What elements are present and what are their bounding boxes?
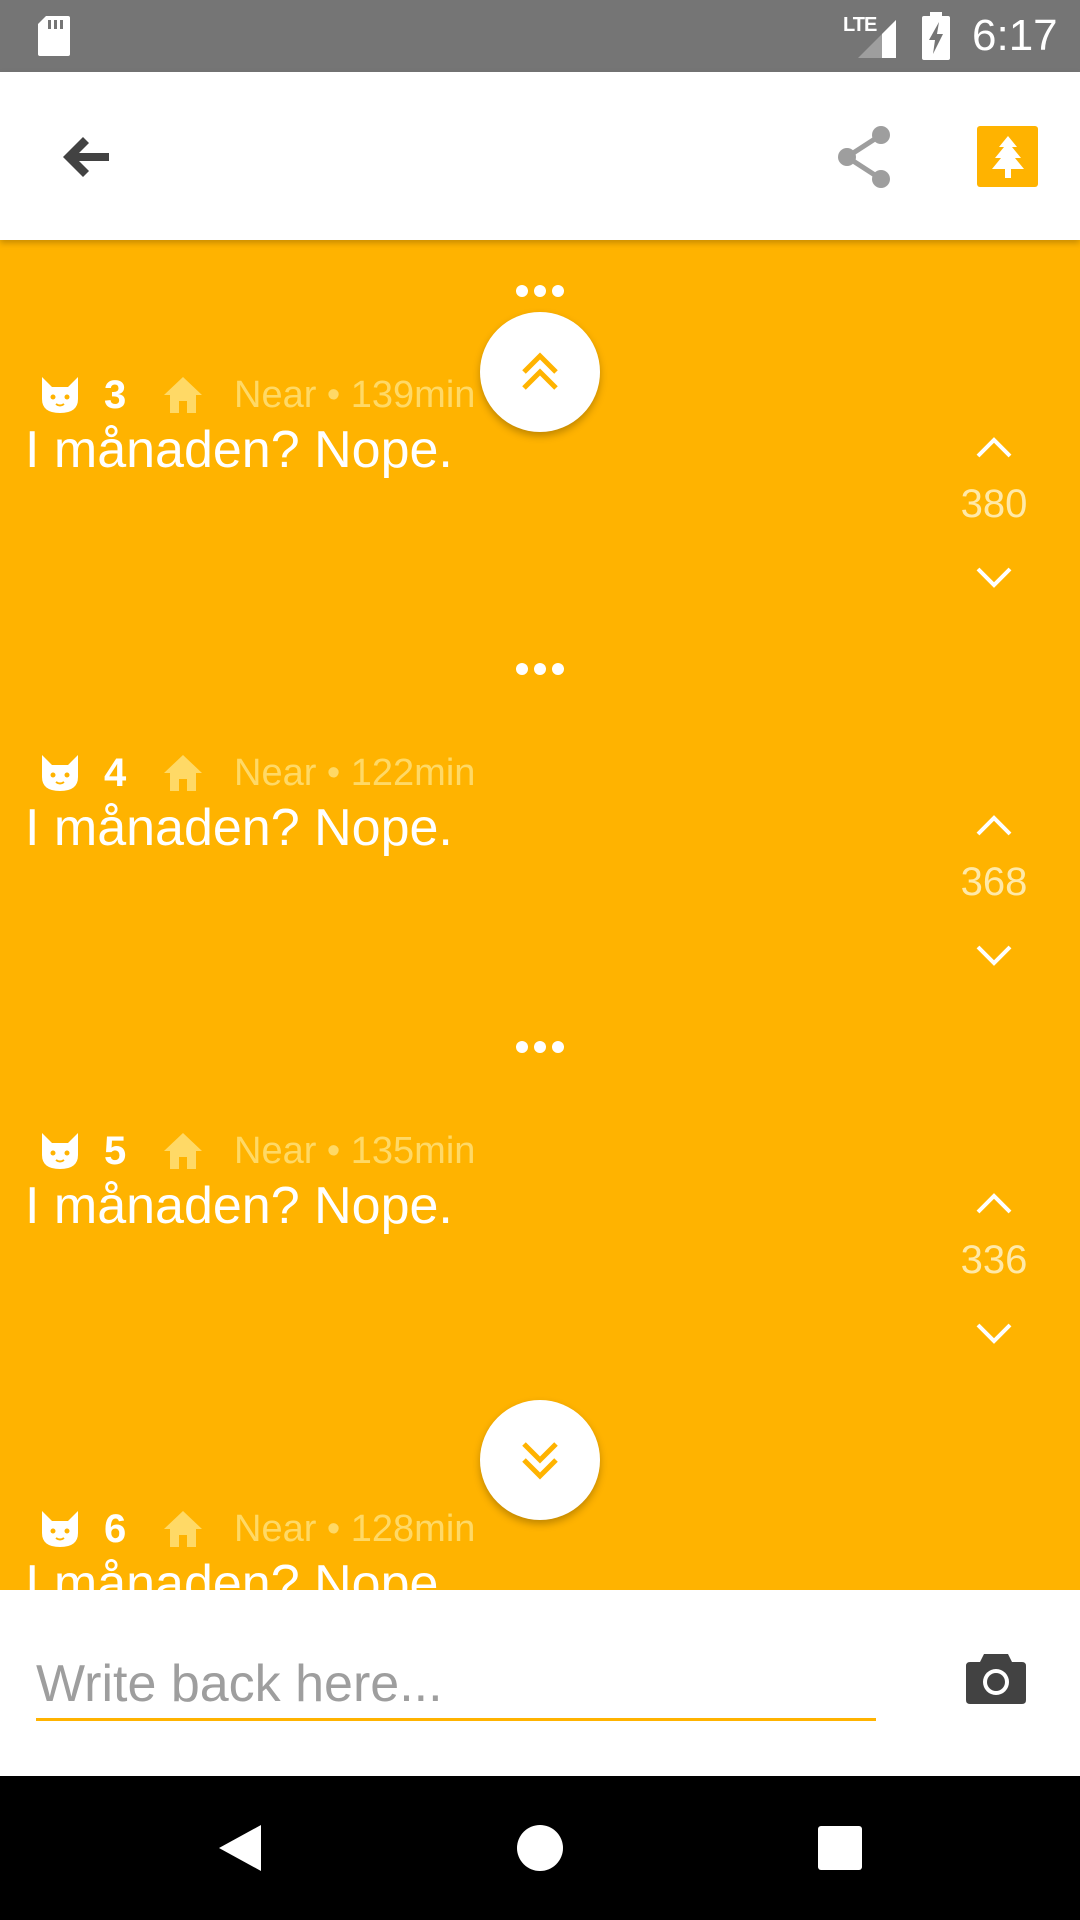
- home-icon: [164, 755, 202, 791]
- cat-icon: [42, 1511, 78, 1547]
- reply-input[interactable]: [36, 1650, 876, 1721]
- post-location: Near • 128min: [234, 1507, 476, 1550]
- downvote-icon[interactable]: [974, 565, 1014, 591]
- post-text: I månaden? Nope.: [25, 799, 453, 857]
- upvote-icon[interactable]: [974, 812, 1014, 838]
- camera-button[interactable]: [960, 1642, 1032, 1714]
- signal-icon: [858, 20, 896, 58]
- vote-count: 336: [960, 1238, 1028, 1282]
- nav-back-button[interactable]: [190, 1798, 290, 1898]
- tree-icon: [991, 135, 1024, 178]
- vote-control: 336: [944, 1176, 1044, 1356]
- cat-icon: [42, 1133, 78, 1169]
- nav-home-button[interactable]: [490, 1798, 590, 1898]
- post-text: I månaden? Nope.: [25, 1555, 453, 1590]
- app-bar: [0, 72, 1080, 240]
- scroll-bottom-button[interactable]: [480, 1400, 600, 1520]
- battery-charging-icon: [922, 12, 950, 60]
- post-text: I månaden? Nope.: [25, 421, 453, 479]
- share-icon: [838, 126, 890, 188]
- camera-icon: [966, 1654, 1026, 1704]
- vote-count: 380: [960, 482, 1028, 526]
- sd-card-icon: [38, 16, 70, 56]
- clock: 6:17: [972, 11, 1058, 60]
- cat-icon: [42, 755, 78, 791]
- nav-back-icon: [219, 1825, 261, 1871]
- scroll-top-button[interactable]: [480, 312, 600, 432]
- share-button[interactable]: [820, 112, 910, 202]
- more-dots-icon[interactable]: [515, 284, 565, 298]
- nav-recents-button[interactable]: [790, 1798, 890, 1898]
- status-bar: LTE 6:17: [0, 0, 1080, 72]
- post-meta: 3 Near • 139min: [38, 370, 475, 420]
- post-location: Near • 139min: [234, 373, 476, 416]
- post-location: Near • 122min: [234, 751, 476, 794]
- tree-button[interactable]: [977, 126, 1038, 187]
- back-arrow-icon: [63, 137, 109, 177]
- post-meta: 4 Near • 122min: [38, 748, 475, 798]
- post-number: 5: [104, 1128, 127, 1173]
- post-number: 6: [104, 1506, 127, 1551]
- system-nav-bar: [0, 1776, 1080, 1920]
- downvote-icon[interactable]: [974, 943, 1014, 969]
- vote-count: 368: [960, 860, 1028, 904]
- vote-control: 380: [944, 420, 1044, 600]
- nav-recents-icon: [818, 1826, 862, 1870]
- home-icon: [164, 377, 202, 413]
- post-number: 4: [104, 750, 127, 795]
- upvote-icon[interactable]: [974, 434, 1014, 460]
- cat-icon: [42, 377, 78, 413]
- vote-control: 368: [944, 798, 1044, 978]
- post-meta: 6 Near • 128min: [38, 1504, 475, 1554]
- compose-bar: [0, 1590, 1080, 1776]
- upvote-icon[interactable]: [974, 1190, 1014, 1216]
- home-icon: [164, 1133, 202, 1169]
- post-text: I månaden? Nope.: [25, 1177, 453, 1235]
- back-button[interactable]: [40, 112, 130, 202]
- downvote-icon[interactable]: [974, 1321, 1014, 1347]
- post-item[interactable]: 5 Near • 135min I månaden? Nope. 336: [0, 1126, 1080, 1426]
- home-icon: [164, 1511, 202, 1547]
- double-chevron-down-icon: [522, 1442, 558, 1480]
- post-meta: 5 Near • 135min: [38, 1126, 475, 1176]
- post-location: Near • 135min: [234, 1129, 476, 1172]
- post-item[interactable]: 4 Near • 122min I månaden? Nope. 368: [0, 748, 1080, 1048]
- more-dots-icon[interactable]: [515, 662, 565, 676]
- post-number: 3: [104, 372, 127, 417]
- more-dots-icon[interactable]: [515, 1040, 565, 1054]
- nav-home-icon: [517, 1825, 563, 1871]
- double-chevron-up-icon: [522, 352, 558, 390]
- comment-feed[interactable]: 3 Near • 139min I månaden? Nope. 380 4 N…: [0, 240, 1080, 1590]
